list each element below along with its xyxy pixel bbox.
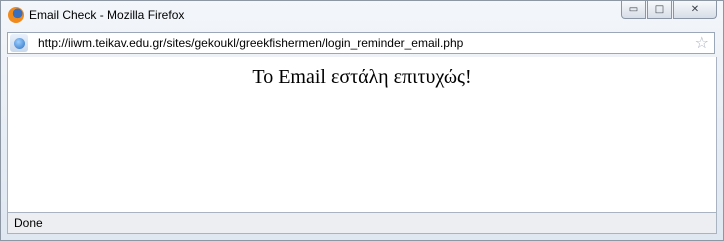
page-content: Το Email εστάλη επιτυχώς! xyxy=(7,57,717,212)
url-text[interactable]: http://iiwm.teikav.edu.gr/sites/gekoukl/… xyxy=(38,36,463,50)
window-controls: ▭ □ ✕ xyxy=(620,1,717,21)
browser-window: Email Check - Mozilla Firefox ▭ □ ✕ http… xyxy=(0,0,724,241)
globe-icon xyxy=(13,37,25,49)
bookmark-star-icon[interactable]: ☆ xyxy=(695,34,709,52)
title-bar[interactable]: Email Check - Mozilla Firefox ▭ □ ✕ xyxy=(1,1,723,31)
close-icon: ✕ xyxy=(690,4,700,15)
status-text: Done xyxy=(14,216,43,230)
success-message: Το Email εστάλη επιτυχώς! xyxy=(252,66,472,88)
close-button[interactable]: ✕ xyxy=(673,1,717,19)
firefox-logo-icon xyxy=(8,7,24,23)
minimize-button[interactable]: ▭ xyxy=(621,1,646,19)
minimize-icon: ▭ xyxy=(628,4,639,15)
status-bar: Done xyxy=(7,212,717,234)
address-bar[interactable]: http://iiwm.teikav.edu.gr/sites/gekoukl/… xyxy=(7,32,715,54)
maximize-icon: □ xyxy=(654,4,665,15)
maximize-button[interactable]: □ xyxy=(647,1,672,19)
site-identity-button[interactable] xyxy=(10,34,28,52)
window-title: Email Check - Mozilla Firefox xyxy=(29,8,185,22)
